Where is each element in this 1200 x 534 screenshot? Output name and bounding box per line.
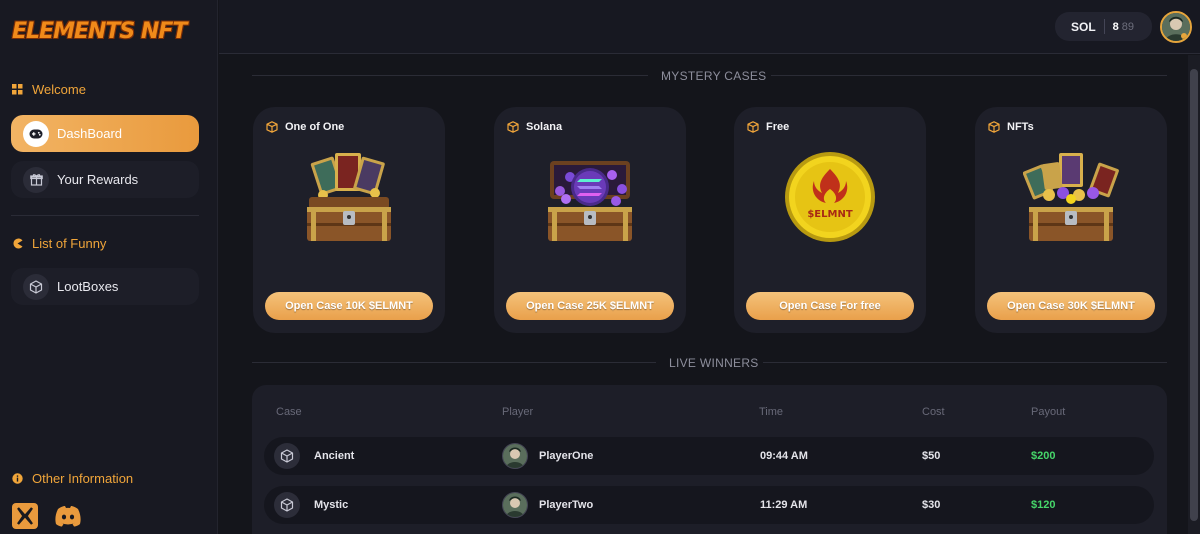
discord-icon[interactable] [54,503,82,529]
mystery-cases-title: MYSTERY CASES [661,69,767,83]
case-name-cell: Ancient [314,450,355,462]
cube-icon [274,443,300,469]
player-avatar [502,443,528,469]
treasure-chest-solana-image [542,147,638,247]
app-root: ELEMENTS NFT Welcome DashBoard Your Rewa… [0,0,1200,534]
table-row[interactable]: Mystic PlayerTwo 11:29 AM $30 $120 [264,486,1154,524]
cube-icon [274,492,300,518]
sidebar-item-dashboard[interactable]: DashBoard [11,115,199,152]
coin-label: $ELMNT [807,209,852,220]
case-name-cell: Mystic [314,499,349,511]
time-cell: 11:29 AM [760,499,808,511]
payout-cell: $200 [1031,450,1056,462]
currency-label: SOL [1071,19,1096,34]
section-other-label: Other Information [32,471,134,486]
case-card-solana[interactable]: Solana Open Case 25K $ELMNT [494,107,686,333]
open-case-button[interactable]: Open Case 30K $ELMNT [987,292,1155,320]
case-name: Solana [526,121,563,133]
box-icon [988,121,1000,133]
case-icon-cell [274,437,300,475]
section-funny-label: List of Funny [32,236,107,251]
grid-icon [12,84,23,95]
gift-icon [23,166,49,193]
section-rule-right [763,362,1167,363]
case-header: NFTs [988,121,1034,133]
player-avatar-cell [502,486,528,524]
cost-cell: $30 [922,499,941,511]
sidebar-item-label: LootBoxes [57,279,119,294]
column-header-case: Case [276,406,302,418]
section-rule-left [252,75,648,76]
sidebar-item-lootboxes[interactable]: LootBoxes [11,268,199,305]
cube-icon [23,273,49,300]
box-icon [747,121,759,133]
column-header-cost: Cost [922,406,945,418]
balance-main: 8 [1112,20,1119,33]
section-welcome: Welcome [12,82,86,97]
sidebar-item-rewards[interactable]: Your Rewards [11,161,199,198]
open-case-button[interactable]: Open Case 10K $ELMNT [265,292,433,320]
box-icon [266,121,278,133]
box-icon [507,121,519,133]
brand-logo[interactable]: ELEMENTS NFT [12,16,187,46]
section-welcome-label: Welcome [32,82,86,97]
case-icon-cell [274,486,300,524]
case-name: NFTs [1007,121,1034,133]
wallet-balance[interactable]: SOL 8 89 [1055,12,1152,41]
treasure-chest-nfts-image [1022,147,1119,247]
player-name-cell[interactable]: PlayerTwo [539,486,593,524]
case-card-free[interactable]: Free $ELMNT Open Case For free [734,107,926,333]
column-header-player: Player [502,406,534,418]
treasure-chest-cards-image [301,147,397,247]
scrollbar-thumb[interactable] [1190,69,1198,521]
section-rule-right [771,75,1167,76]
player-name-cell[interactable]: PlayerOne [539,437,593,475]
player-avatar-cell [502,437,528,475]
vertical-scrollbar[interactable] [1188,55,1200,534]
sidebar-divider [11,215,199,216]
case-card-nfts[interactable]: NFTs Open Case 30K $ELMNT [975,107,1167,333]
case-header: Solana [507,121,562,133]
case-card-one-of-one[interactable]: One of One Open Case 10K $ELMNT [253,107,445,333]
case-header: Free [747,121,789,133]
time-cell: 09:44 AM [760,450,808,462]
main-content: MYSTERY CASES One of One Open Case 10K $… [219,55,1187,534]
top-bar: SOL 8 89 [219,0,1200,54]
section-rule-left [252,362,656,363]
live-winners-title: LIVE WINNERS [669,356,759,370]
open-case-button[interactable]: Open Case 25K $ELMNT [506,292,674,320]
cost-cell: $50 [922,450,941,462]
player-avatar [502,492,528,518]
column-header-time: Time [759,406,784,418]
case-name: Free [766,121,790,133]
case-name: One of One [285,121,345,133]
balance-sub: 89 [1121,20,1135,33]
sidebar: ELEMENTS NFT Welcome DashBoard Your Rewa… [0,0,218,534]
section-list-of-funny: List of Funny [12,236,106,251]
sidebar-item-label: Your Rewards [57,172,139,187]
x-icon[interactable] [12,503,38,529]
payout-cell: $120 [1031,499,1056,511]
pacman-icon [12,238,23,249]
balance-divider [1103,19,1105,34]
info-icon [12,473,23,484]
selmnt-coin-image: $ELMNT [782,147,878,247]
gamepad-icon [23,120,49,147]
open-case-button[interactable]: Open Case For free [746,292,914,320]
section-other-info[interactable]: Other Information [12,471,133,486]
user-avatar[interactable] [1160,11,1192,43]
case-header: One of One [266,121,344,133]
live-winners-table: Case Player Time Cost Payout Ancient Pla… [252,385,1167,534]
table-row[interactable]: Ancient PlayerOne 09:44 AM $50 $200 [264,437,1154,475]
column-header-payout: Payout [1031,406,1066,418]
logo-text: ELEMENTS NFT [12,18,187,44]
sidebar-item-label: DashBoard [57,126,123,141]
